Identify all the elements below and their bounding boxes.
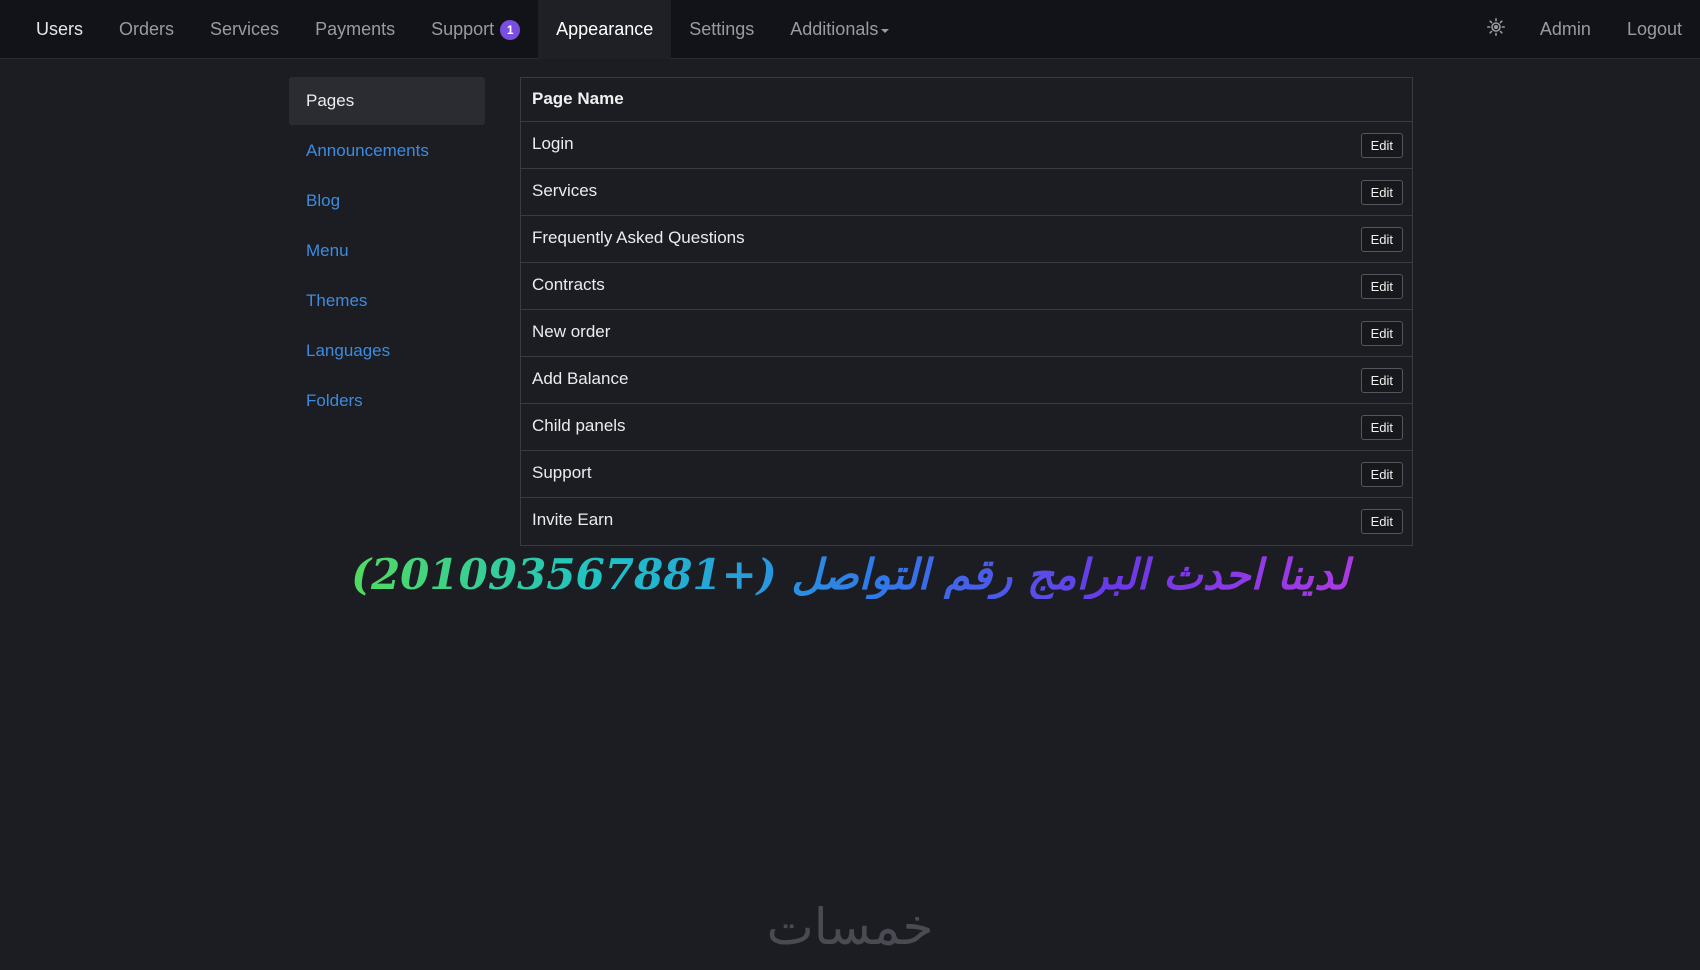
nav-item-additionals[interactable]: Additionals [772,0,907,59]
edit-button[interactable]: Edit [1360,415,1403,440]
nav-item-label: Settings [689,19,755,39]
edit-button[interactable]: Edit [1360,133,1403,158]
table-row: Invite Earn Edit [521,498,1412,545]
nav-item-support[interactable]: Support 1 [413,0,538,59]
page-name: Contracts [532,275,605,294]
nav-item-label: Logout [1626,19,1682,39]
sun-icon [1486,18,1505,41]
edit-button[interactable]: Edit [1360,180,1403,205]
edit-button[interactable]: Edit [1360,509,1403,534]
column-header-page-name: Page Name [521,78,1412,122]
nav-item-settings[interactable]: Settings [671,0,772,59]
sidebar-item-themes[interactable]: Themes [289,277,485,325]
page-name: Support [532,463,592,482]
table-row: Contracts Edit [521,263,1412,310]
logout-link[interactable]: Logout [1609,0,1700,59]
edit-button[interactable]: Edit [1360,321,1403,346]
table-row: Login Edit [521,122,1412,169]
nav-item-appearance[interactable]: Appearance [538,0,672,59]
nav-menu: Users Orders Services Payments Support 1… [18,0,907,59]
promo-banner: لدينا احدث البرامج رقم التواصل (+2010935… [300,550,1400,599]
edit-button[interactable]: Edit [1360,227,1403,252]
appearance-sidebar: Pages Announcements Blog Menu Themes Lan… [289,77,485,427]
page-name: Add Balance [532,369,629,388]
table-row: Frequently Asked Questions Edit [521,216,1412,263]
page-name: Services [532,181,598,200]
pages-table: Page Name Login Edit Services Edit Frequ… [520,77,1413,546]
sidebar-item-languages[interactable]: Languages [289,327,485,375]
sidebar-item-folders[interactable]: Folders [289,377,485,425]
watermark-logo: خمسات [766,898,934,956]
page-name: Frequently Asked Questions [532,228,745,247]
nav-item-label: Payments [315,19,396,39]
nav-item-admin[interactable]: Admin [1522,0,1609,59]
top-navbar: Users Orders Services Payments Support 1… [0,0,1700,59]
nav-item-payments[interactable]: Payments [297,0,413,59]
sidebar-item-pages[interactable]: Pages [289,77,485,125]
table-row: Services Edit [521,169,1412,216]
table-row: Child panels Edit [521,404,1412,451]
table-row: Add Balance Edit [521,357,1412,404]
nav-item-label: Admin [1539,19,1591,39]
edit-button[interactable]: Edit [1360,462,1403,487]
page-name: New order [532,322,611,341]
edit-button[interactable]: Edit [1360,368,1403,393]
page-name: Login [532,134,574,153]
nav-item-label: Additionals [790,19,879,39]
theme-toggle-button[interactable] [1470,0,1522,59]
sidebar-item-menu[interactable]: Menu [289,227,485,275]
sidebar-item-blog[interactable]: Blog [289,177,485,225]
nav-item-label: Appearance [556,19,654,39]
nav-item-orders[interactable]: Orders [101,0,192,59]
page-name: Child panels [532,416,626,435]
caret-down-icon [881,29,890,33]
nav-item-label: Orders [119,19,175,39]
nav-item-label: Support [431,19,495,39]
nav-right: Admin Logout [1470,0,1700,59]
nav-item-label: Users [36,19,84,39]
page-name: Invite Earn [532,510,614,529]
edit-button[interactable]: Edit [1360,274,1403,299]
sidebar-item-announcements[interactable]: Announcements [289,127,485,175]
nav-item-services[interactable]: Services [192,0,297,59]
nav-item-users[interactable]: Users [18,0,101,59]
nav-item-label: Services [210,19,280,39]
table-row: Support Edit [521,451,1412,498]
table-row: New order Edit [521,310,1412,357]
support-count-badge: 1 [500,19,521,40]
